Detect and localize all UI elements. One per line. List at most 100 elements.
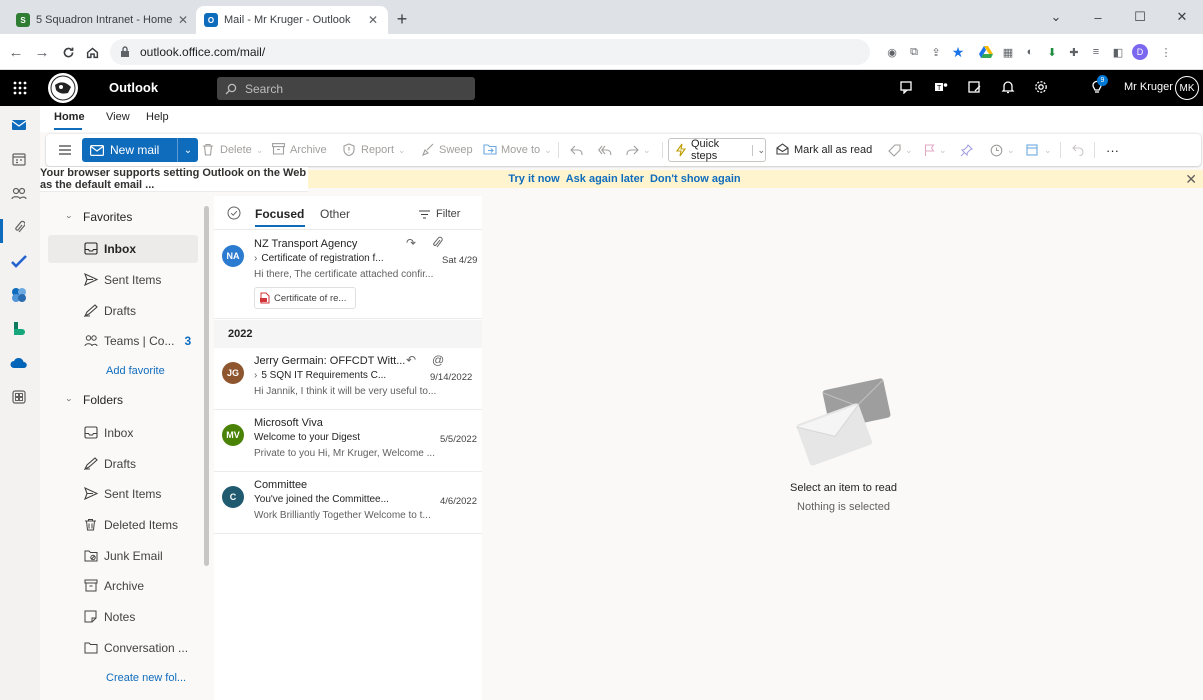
rules-icon[interactable]: ⌄ [1026,134,1052,166]
tab-focused[interactable]: Focused [255,207,304,221]
mark-all-read-button[interactable]: Mark all as read [776,134,872,166]
my-day-icon[interactable] [968,80,984,96]
close-window-button[interactable]: ✕ [1161,0,1203,34]
select-all-circle-icon[interactable] [227,206,241,220]
back-icon[interactable]: ← [6,42,26,62]
favorite-sent-items[interactable]: Sent Items [48,266,198,294]
close-tab-icon[interactable]: ✕ [176,13,190,27]
onedrive-cloud-icon[interactable] [10,354,28,372]
user-avatar[interactable]: MK [1175,76,1199,100]
favorite-drafts[interactable]: Drafts [48,297,198,325]
add-favorite-link[interactable]: Add favorite [106,365,165,377]
move-to-button[interactable]: Move to ⌄ [483,134,552,166]
pin-icon[interactable] [960,134,973,166]
search-input[interactable] [245,81,445,96]
folders-header[interactable]: › Folders [65,393,124,407]
google-drive-icon[interactable] [978,44,994,60]
try-it-now-link[interactable]: Try it now [508,173,559,185]
notifications-bell-icon[interactable] [1001,80,1017,96]
address-bar[interactable]: outlook.office.com/mail/ [110,39,870,65]
close-tab-icon[interactable]: ✕ [366,13,380,27]
message-item[interactable]: MV Microsoft Viva Welcome to your Digest… [214,410,482,472]
new-tab-button[interactable]: + [392,10,412,30]
folder-deleted-items[interactable]: Deleted Items [48,511,198,539]
side-panel-icon[interactable]: ◧ [1110,44,1126,60]
profile-avatar[interactable]: D [1132,44,1148,60]
people-icon[interactable] [10,184,28,202]
reply-all-icon[interactable] [598,134,612,166]
new-mail-button[interactable]: New mail ⌄ [82,138,198,162]
folder-drafts[interactable]: Drafts [48,450,198,478]
undo-icon[interactable] [1072,134,1085,166]
browser-tab-outlook[interactable]: O Mail - Mr Kruger - Outlook ✕ [196,6,388,34]
dont-show-again-link[interactable]: Don't show again [650,173,741,185]
search-box[interactable] [217,77,475,100]
folder-archive[interactable]: Archive [48,572,198,600]
delete-button[interactable]: Delete ⌄ [202,134,263,166]
tab-help[interactable]: Help [146,111,169,123]
forward-icon[interactable]: → [32,42,52,62]
tab-view[interactable]: View [106,111,130,123]
favorite-teams-group[interactable]: Teams | Co... 3 [48,327,198,355]
settings-gear-icon[interactable] [1034,80,1050,96]
browser-tab-intranet[interactable]: S 5 Squadron Intranet - Home ✕ [8,6,198,34]
message-item[interactable]: C Committee You've joined the Committee.… [214,472,482,534]
extension-icon[interactable]: ▦ [1000,44,1016,60]
tab-other[interactable]: Other [320,207,350,221]
flag-icon[interactable]: ⌄ [924,134,947,166]
maximize-button[interactable]: ☐ [1119,0,1161,34]
todo-check-icon[interactable] [10,252,28,270]
teams-icon[interactable]: T [934,80,950,96]
folder-inbox[interactable]: Inbox [48,419,198,447]
reading-list-icon[interactable]: ≡ [1088,44,1104,60]
quick-steps-button[interactable]: Quick steps ⌄ [668,138,766,162]
message-item[interactable]: NA NZ Transport Agency ↷ › Certificate of… [214,231,482,319]
sweep-button[interactable]: Sweep [421,134,473,166]
more-options-button[interactable]: ··· [1106,134,1119,166]
folder-sent-items[interactable]: Sent Items [48,480,198,508]
attachment-chip[interactable]: Certificate of re... [254,287,356,309]
app-launcher-icon[interactable] [10,78,30,98]
attachment-files-icon[interactable] [10,218,28,236]
home-icon[interactable] [82,42,102,62]
quick-steps-dropdown-icon[interactable]: ⌄ [752,144,765,156]
folder-junk-email[interactable]: Junk Email [48,542,198,570]
message-item[interactable]: JG Jerry Germain: OFFCDT Witt... ↶ @ › 5 … [214,348,482,410]
share-icon[interactable]: ⇪ [928,44,944,60]
archive-button[interactable]: Archive [272,134,327,166]
favorite-inbox[interactable]: Inbox [48,235,198,263]
extensions-puzzle-icon[interactable]: ✚ [1066,44,1082,60]
viva-engage-icon[interactable] [10,286,28,304]
bookings-icon[interactable] [10,320,28,338]
extension-icon[interactable]: ◐ [1022,44,1038,60]
snooze-clock-icon[interactable]: ⌄ [990,134,1015,166]
ask-again-later-link[interactable]: Ask again later [566,173,644,185]
reply-icon[interactable] [570,134,583,166]
meet-now-icon[interactable] [900,80,916,96]
new-mail-dropdown-icon[interactable]: ⌄ [178,145,198,156]
close-icon[interactable]: ✕ [1185,171,1197,188]
reload-icon[interactable] [58,42,78,62]
calendar-icon[interactable] [10,150,28,168]
report-button[interactable]: Report ⌄ [343,134,406,166]
chrome-menu-icon[interactable]: ⋮ [1158,44,1174,60]
filter-button[interactable]: Filter [419,208,460,220]
forward-arrow-icon[interactable]: ⌄ [626,134,651,166]
tab-search-icon[interactable]: ⌄ [1035,0,1077,34]
folder-notes[interactable]: Notes [48,603,198,631]
download-icon[interactable]: ⬇ [1044,44,1060,60]
tag-categorize-icon[interactable]: ⌄ [888,134,913,166]
minimize-button[interactable]: – [1077,0,1119,34]
folder-conversation-history[interactable]: Conversation ... [48,634,198,662]
eye-icon[interactable]: ◉ [884,44,900,60]
app-name[interactable]: Outlook [109,80,158,95]
collapse-folder-pane-icon[interactable] [58,134,72,166]
organization-logo-icon[interactable] [48,73,78,103]
bookmark-star-icon[interactable]: ★ [950,44,966,60]
folder-pane-scrollbar[interactable] [204,206,209,566]
user-name[interactable]: Mr Kruger [1124,81,1173,93]
install-app-icon[interactable]: ⧉ [906,44,922,60]
tab-home[interactable]: Home [54,111,85,123]
more-apps-icon[interactable] [10,388,28,406]
mail-icon[interactable] [10,116,28,134]
